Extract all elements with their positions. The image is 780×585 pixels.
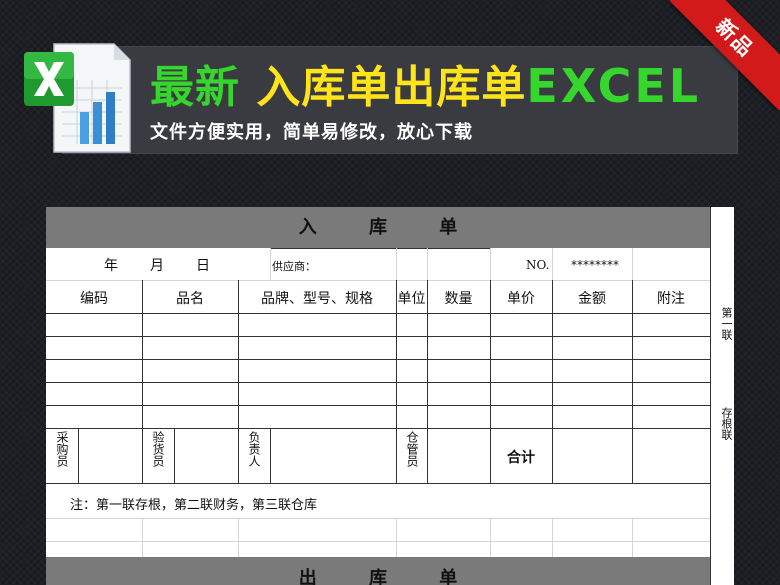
header-quantity: 数量 (444, 291, 473, 307)
receipt-sheet: 入 库 单 年 月 日 供应商： NO. ******** 编码 品名 品牌、型… (46, 207, 734, 585)
grid-line (427, 280, 428, 483)
date-year-label: 年 (104, 258, 118, 274)
grid-line (46, 483, 710, 484)
copy-label-stub: 存根联 (720, 407, 733, 440)
sheet-title-char-2: 库 (369, 217, 387, 238)
sheet-title-char-1: 入 (298, 217, 317, 238)
copy-label-first: 第一联 (720, 307, 733, 340)
supplier-label: 供应商： (272, 260, 316, 273)
grid-line (490, 518, 491, 557)
sheet-title-bar: 入 库 单 (46, 207, 710, 248)
grid-line (46, 359, 710, 360)
grid-line (174, 428, 175, 483)
sheet2-title-bar: 出 库 单 (46, 557, 710, 585)
sheet2-title-char-2: 库 (369, 568, 387, 585)
sign-inspector-label: 验货员 (151, 431, 165, 467)
grid-line (552, 518, 553, 557)
sheet-title-char-3: 单 (439, 217, 458, 238)
page-subtitle: 文件方便实用，简单易修改，放心下载 (150, 122, 473, 143)
new-product-ribbon: 新品 (670, 0, 780, 110)
sheet2-title-char-3: 单 (439, 568, 458, 585)
grid-line (632, 280, 633, 483)
number-value: ******** (571, 258, 619, 272)
header-amount: 金额 (578, 291, 606, 307)
header-unit-price: 单价 (507, 291, 535, 307)
grid-line (632, 248, 633, 281)
page-title: 最新 入库单出库单EXCEL (150, 56, 701, 116)
sign-responsible-label: 负责人 (247, 431, 261, 467)
grid-line (270, 248, 490, 249)
grid-line (396, 280, 397, 483)
grid-line (46, 541, 734, 542)
grid-line (46, 518, 734, 519)
grid-line (46, 382, 710, 383)
copy-side-band (710, 207, 734, 585)
grid-line (46, 405, 710, 406)
grid-line (142, 428, 143, 483)
grid-line (396, 248, 397, 281)
title-part-main: 入库单出库单 (256, 62, 527, 113)
grid-line (46, 313, 710, 314)
grid-line (552, 248, 553, 281)
header-code: 编码 (80, 291, 108, 307)
grid-line (396, 518, 397, 557)
total-label: 合计 (507, 450, 535, 466)
grid-line (552, 280, 553, 483)
header-brand-model-spec: 品牌、型号、规格 (261, 291, 373, 307)
grid-line (46, 280, 710, 281)
title-part-latest: 最新 (150, 62, 240, 113)
excel-file-icon (24, 43, 131, 153)
grid-line (46, 428, 710, 429)
grid-line (270, 248, 271, 281)
grid-line (142, 518, 143, 557)
sheet2-title-char-1: 出 (298, 568, 317, 585)
sign-keeper-label: 仓管员 (405, 431, 419, 467)
header-unit: 单位 (397, 291, 426, 307)
ribbon-label: 新品 (670, 0, 780, 110)
grid-line (632, 518, 633, 557)
grid-line (78, 428, 79, 483)
header-remarks: 附注 (657, 291, 685, 307)
footer-note: 注：第一联存根，第二联财务，第三联仓库 (70, 498, 318, 513)
date-day-label: 日 (196, 258, 210, 274)
header-product-name: 品名 (176, 291, 204, 307)
grid-line (427, 248, 428, 281)
grid-line (238, 428, 239, 483)
number-label: NO. (526, 258, 550, 272)
grid-line (490, 248, 491, 281)
sign-purchaser-label: 采购员 (55, 431, 69, 467)
grid-line (46, 336, 710, 337)
grid-line (238, 518, 239, 557)
date-month-label: 月 (150, 258, 164, 274)
grid-line (270, 428, 271, 483)
